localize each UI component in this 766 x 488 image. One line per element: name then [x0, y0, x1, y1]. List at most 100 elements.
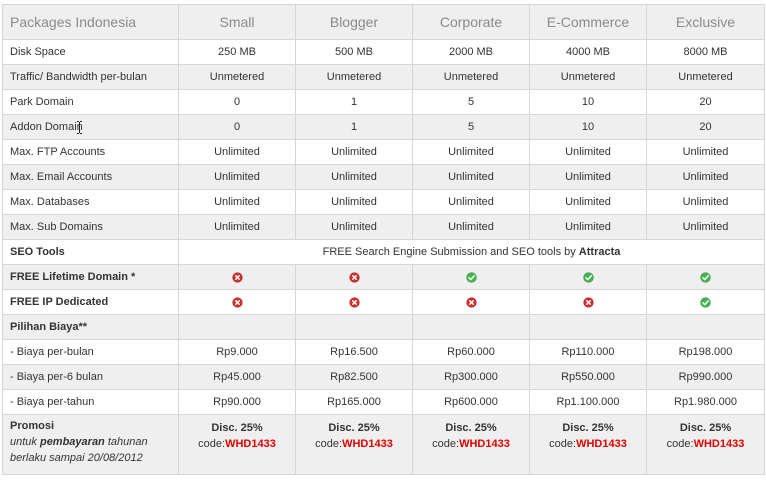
header-small: Small [178, 4, 296, 40]
promo-cell: Disc. 25% code:WHD1433 [646, 414, 765, 475]
cross-icon [348, 271, 360, 283]
row-label: FREE Lifetime Domain * [2, 264, 179, 290]
row-label: - Biaya per-6 bulan [2, 364, 179, 390]
cell-value: Unlimited [295, 189, 413, 215]
promo-code-line: code:WHD1433 [537, 436, 639, 452]
cell-price: Rp300.000 [412, 364, 530, 390]
discount-label: Disc. 25% [679, 422, 732, 434]
promo-code: WHD1433 [576, 438, 627, 450]
cell-value: 20 [646, 114, 765, 140]
promo-cell: Disc. 25% code:WHD1433 [529, 414, 647, 475]
cell-icon [412, 264, 530, 290]
row-biaya-per-bulan: - Biaya per-bulan Rp9.000 Rp16.500 Rp60.… [2, 339, 765, 365]
cell-price: Rp60.000 [412, 339, 530, 365]
cell-empty [529, 314, 647, 340]
attracta-brand: Attracta [578, 246, 621, 258]
cell-icon [529, 289, 647, 315]
cell-value: Unmetered [412, 64, 530, 90]
seo-text: FREE Search Engine Submission and SEO to… [322, 246, 579, 258]
row-seo-tools: SEO Tools FREE Search Engine Submission … [2, 239, 765, 265]
cell-empty [295, 314, 413, 340]
row-label: FREE IP Dedicated [2, 289, 179, 315]
cross-icon [231, 296, 243, 308]
check-icon [582, 271, 594, 283]
row-label: Traffic/ Bandwidth per-bulan [2, 64, 179, 90]
row-pilihan-biaya: Pilihan Biaya** [2, 314, 765, 340]
promo-code: WHD1433 [693, 438, 745, 450]
cell-value: 1 [295, 89, 413, 115]
row-label: SEO Tools [2, 239, 179, 265]
cell-price: Rp16.500 [295, 339, 413, 365]
row-label: - Biaya per-bulan [2, 339, 179, 365]
promo-note-bold: pembayaran [39, 436, 105, 448]
cell-icon [178, 289, 296, 315]
cross-icon [231, 271, 243, 283]
cell-value: Unlimited [178, 164, 296, 190]
cell-value: 2000 MB [412, 39, 530, 65]
hosting-packages-table: Packages Indonesia Small Blogger Corpora… [2, 4, 765, 475]
cell-icon [529, 264, 647, 290]
promo-code-line: code:WHD1433 [186, 436, 288, 452]
cell-value: 250 MB [178, 39, 296, 65]
row-free-lifetime-domain: FREE Lifetime Domain * [2, 264, 765, 290]
cell-value: Unmetered [529, 64, 647, 90]
cell-value: 10 [529, 89, 647, 115]
promo-code-line: code:WHD1433 [420, 436, 522, 452]
row-label: - Biaya per-tahun [2, 389, 179, 415]
row-biaya-per-6-bulan: - Biaya per-6 bulan Rp45.000 Rp82.500 Rp… [2, 364, 765, 390]
cell-value: Unlimited [646, 189, 765, 215]
cell-price: Rp45.000 [178, 364, 296, 390]
check-icon [700, 296, 711, 308]
discount-label: Disc. 25% [562, 422, 614, 434]
row-promosi: Promosi untuk pembayaran tahunan berlaku… [2, 414, 765, 475]
promo-label: Promosi untuk pembayaran tahunan berlaku… [2, 414, 179, 475]
cell-value: Unlimited [412, 189, 530, 215]
cell-value: 4000 MB [529, 39, 647, 65]
row-free-ip-dedicated: FREE IP Dedicated [2, 289, 765, 315]
header-row: Packages Indonesia Small Blogger Corpora… [2, 4, 765, 40]
code-prefix: code: [198, 438, 226, 450]
code-prefix: code: [432, 438, 460, 450]
row-sub-domains: Max. Sub Domains Unlimited Unlimited Unl… [2, 214, 765, 240]
promo-title: Promosi [10, 420, 55, 432]
cell-value: 5 [412, 89, 530, 115]
cell-price: Rp990.000 [646, 364, 765, 390]
cell-price: Rp600.000 [412, 389, 530, 415]
cell-value: Unlimited [178, 189, 296, 215]
cell-icon [295, 289, 413, 315]
promo-cell: Disc. 25% code:WHD1433 [412, 414, 530, 475]
cell-value: 20 [646, 89, 765, 115]
cell-price: Rp1.100.000 [529, 389, 647, 415]
row-label: Max. FTP Accounts [2, 139, 179, 165]
cell-empty [646, 314, 765, 340]
promo-code: WHD1433 [342, 438, 393, 450]
cell-value: Unmetered [646, 64, 765, 90]
promo-cell: Disc. 25% code:WHD1433 [295, 414, 413, 475]
cell-value: Unlimited [646, 164, 765, 190]
row-bandwidth: Traffic/ Bandwidth per-bulan Unmetered U… [2, 64, 765, 90]
cell-value: Unlimited [178, 214, 296, 240]
cell-price: Rp550.000 [529, 364, 647, 390]
cell-value: Unlimited [646, 139, 765, 165]
check-icon [700, 271, 711, 283]
cell-price: Rp110.000 [529, 339, 647, 365]
promo-note-pre: untuk [10, 436, 40, 448]
cell-value: Unlimited [412, 214, 530, 240]
cell-value: Unlimited [529, 139, 647, 165]
row-label: Disk Space [2, 39, 179, 65]
cell-value: Unlimited [295, 214, 413, 240]
code-prefix: code: [315, 438, 343, 450]
cell-value: Unlimited [529, 164, 647, 190]
cell-price: Rp9.000 [178, 339, 296, 365]
row-label: Max. Databases [2, 189, 179, 215]
cell-value: 0 [178, 114, 296, 140]
text-cursor-icon [77, 121, 82, 134]
row-label: Max. Sub Domains [2, 214, 179, 240]
cell-value: Unlimited [178, 139, 296, 165]
cell-icon [295, 264, 413, 290]
cell-icon [646, 264, 765, 290]
cell-icon [646, 289, 765, 315]
promo-code: WHD1433 [459, 438, 510, 450]
header-corporate: Corporate [412, 4, 530, 40]
cell-icon [412, 289, 530, 315]
